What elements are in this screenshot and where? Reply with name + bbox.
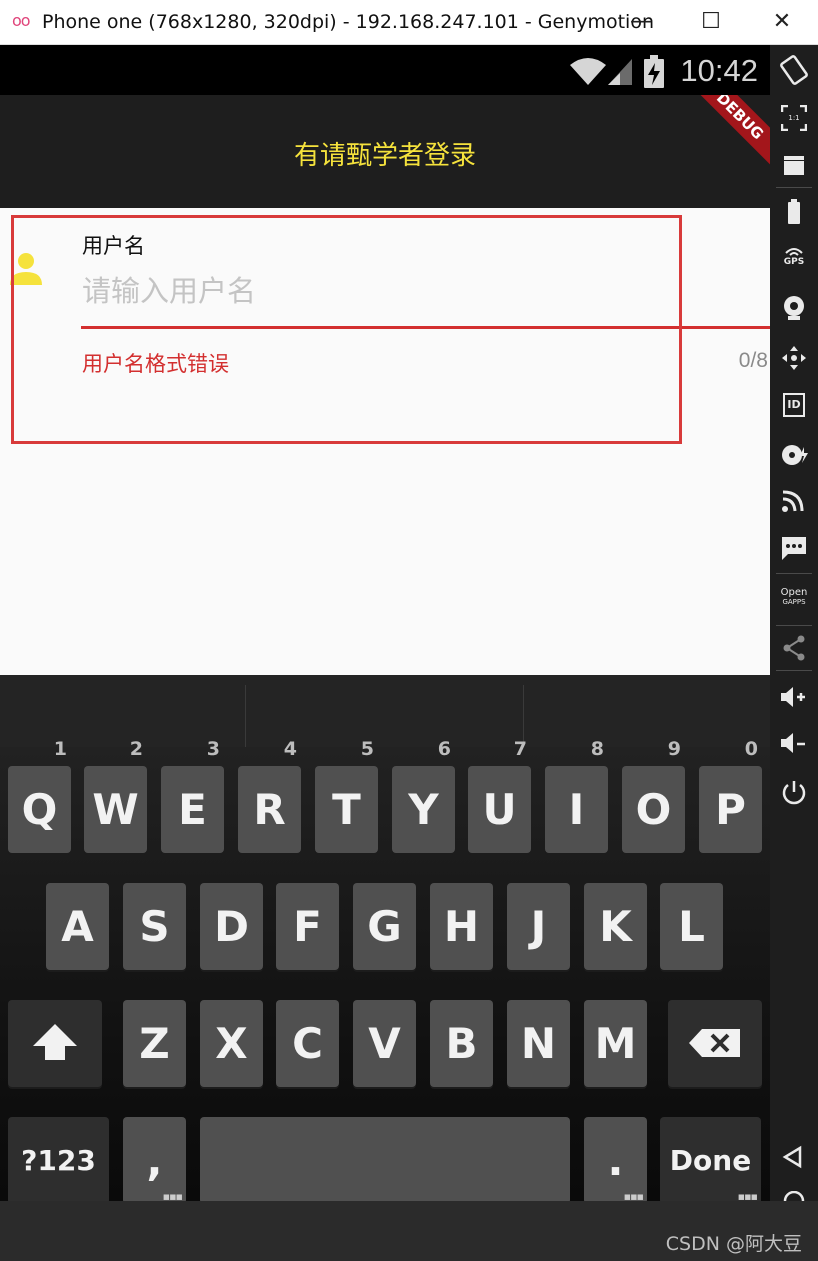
rotate-icon[interactable] [770, 55, 818, 85]
toolbar-separator [776, 573, 812, 574]
toolbar-separator [776, 625, 812, 626]
key-p[interactable]: P0 [699, 740, 762, 853]
android-status-bar: 10:42 [0, 45, 770, 95]
space-key[interactable] [200, 1117, 570, 1204]
annotation-highlight-box [11, 215, 682, 444]
key-a[interactable]: A [46, 883, 109, 970]
volume-down-icon[interactable] [770, 731, 818, 755]
shift-arrow-icon [33, 1024, 77, 1060]
toolbar-separator [776, 670, 812, 671]
device-id-icon: ID [783, 393, 805, 417]
volume-up-icon[interactable] [770, 685, 818, 709]
comma-key[interactable]: , ▪▪▪ [123, 1117, 186, 1204]
key-o[interactable]: O9 [622, 740, 685, 853]
key-t[interactable]: T5 [315, 740, 378, 853]
close-button[interactable]: ✕ [768, 8, 796, 36]
backspace-icon [689, 1029, 740, 1057]
dpad-icon[interactable] [770, 345, 818, 371]
battery-charging-icon [644, 55, 664, 88]
key-g[interactable]: G [353, 883, 416, 970]
minimize-button[interactable]: — [627, 8, 655, 36]
window-footer: CSDN @阿大豆 [0, 1201, 818, 1261]
share-icon[interactable] [770, 635, 818, 661]
power-icon[interactable] [770, 779, 818, 805]
emulator-toolbar: 1:1 GPS ID Open GAPPS [770, 45, 818, 1201]
window-titlebar: oo Phone one (768x1280, 320dpi) - 192.16… [0, 0, 818, 45]
screencast-icon[interactable] [770, 153, 818, 177]
toolbar-separator [776, 187, 812, 188]
maximize-button[interactable]: ☐ [697, 8, 725, 36]
gps-button[interactable]: GPS [770, 245, 818, 273]
key-e[interactable]: E3 [161, 740, 224, 853]
watermark: CSDN @阿大豆 [665, 1233, 802, 1255]
shift-key[interactable] [8, 1000, 102, 1087]
camera-icon[interactable] [770, 295, 818, 321]
key-m[interactable]: M [584, 1000, 647, 1087]
char-counter: 0/8 [738, 349, 768, 372]
key-x[interactable]: X [200, 1000, 263, 1087]
gps-signal-icon [785, 248, 803, 256]
key-b[interactable]: B [430, 1000, 493, 1087]
device-id-button[interactable]: ID [770, 393, 818, 419]
open-gapps-button[interactable]: Open GAPPS [770, 587, 818, 611]
suggestion-strip[interactable] [0, 675, 770, 747]
scale-button[interactable]: 1:1 [770, 103, 818, 135]
key-s[interactable]: S [123, 883, 186, 970]
key-j[interactable]: J [507, 883, 570, 970]
key-q[interactable]: Q1 [8, 740, 71, 853]
key-u[interactable]: U7 [468, 740, 531, 853]
key-c[interactable]: C [276, 1000, 339, 1087]
period-key[interactable]: . ▪▪▪ [584, 1117, 647, 1204]
login-form: 用户名 用户名格式错误 0/8 [0, 208, 770, 675]
cell-signal-icon [608, 59, 632, 85]
soft-keyboard: Q1 W2 E3 R4 T5 Y6 U7 I8 O9 P0 A S D F G … [0, 675, 770, 1204]
app-bar: 有请甄学者登录 DEBUG [0, 95, 770, 208]
home-nav-icon[interactable] [770, 1191, 818, 1201]
disk-io-icon[interactable] [770, 443, 818, 467]
key-d[interactable]: D [200, 883, 263, 970]
done-key[interactable]: Done ▪▪▪ [660, 1117, 761, 1204]
key-i[interactable]: I8 [545, 740, 608, 853]
backspace-key[interactable] [668, 1000, 762, 1087]
key-l[interactable]: L [660, 883, 723, 970]
symbols-key[interactable]: ?123 [8, 1117, 109, 1204]
key-n[interactable]: N [507, 1000, 570, 1087]
wifi-icon [570, 58, 606, 85]
emulator-window: oo Phone one (768x1280, 320dpi) - 192.16… [0, 0, 818, 1261]
key-z[interactable]: Z [123, 1000, 186, 1087]
key-v[interactable]: V [353, 1000, 416, 1087]
key-y[interactable]: Y6 [392, 740, 455, 853]
battery-icon[interactable] [770, 199, 818, 225]
back-nav-icon[interactable] [770, 1145, 818, 1169]
sms-icon[interactable] [770, 535, 818, 561]
key-w[interactable]: W2 [84, 740, 147, 853]
suggestion-divider [245, 685, 246, 747]
key-r[interactable]: R4 [238, 740, 301, 853]
network-icon[interactable] [770, 489, 818, 513]
status-time: 10:42 [680, 53, 758, 88]
key-f[interactable]: F [276, 883, 339, 970]
key-h[interactable]: H [430, 883, 493, 970]
page-title: 有请甄学者登录 [293, 141, 476, 171]
key-k[interactable]: K [584, 883, 647, 970]
window-title: Phone one (768x1280, 320dpi) - 192.168.2… [42, 11, 654, 33]
genymotion-logo-icon: oo [12, 11, 31, 30]
